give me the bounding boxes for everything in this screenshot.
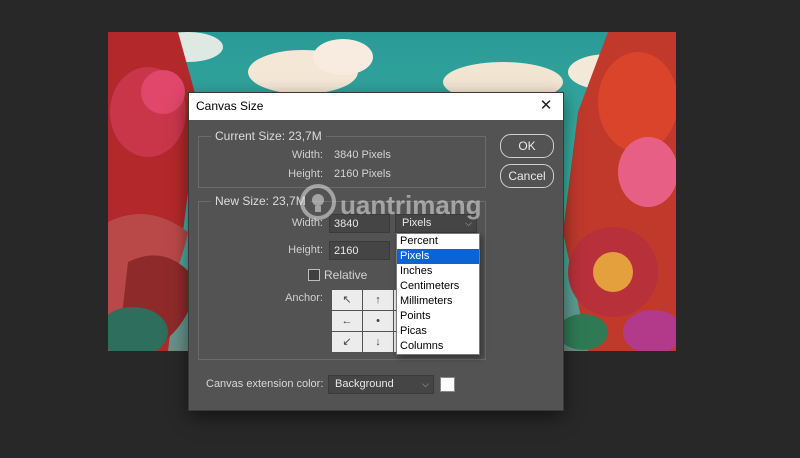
unit-option-inches[interactable]: Inches	[397, 264, 479, 279]
new-width-label: Width:	[291, 217, 323, 229]
new-height-label: Height:	[288, 244, 323, 256]
anchor-top-left-icon[interactable]: ↖	[332, 290, 362, 310]
anchor-center-icon[interactable]: •	[363, 311, 393, 331]
current-size-group	[198, 136, 486, 188]
anchor-top-icon[interactable]: ↑	[363, 290, 393, 310]
unit-select-value: Pixels	[402, 217, 432, 229]
unit-option-columns[interactable]: Columns	[397, 339, 479, 354]
current-width-value: 3840 Pixels	[334, 149, 391, 161]
ok-button[interactable]: OK	[500, 134, 554, 158]
unit-option-millimeters[interactable]: Millimeters	[397, 294, 479, 309]
current-height-label: Height:	[288, 168, 323, 180]
new-height-input[interactable]: 2160	[329, 241, 390, 260]
dialog-titlebar[interactable]: Canvas Size ✕	[189, 93, 563, 120]
unit-option-points[interactable]: Points	[397, 309, 479, 324]
cancel-button[interactable]: Cancel	[500, 164, 554, 188]
chevron-down-icon: ⌵	[465, 218, 472, 228]
unit-select[interactable]: Pixels ⌵	[395, 214, 477, 233]
current-height-value: 2160 Pixels	[334, 168, 391, 180]
anchor-label: Anchor:	[285, 292, 323, 304]
anchor-bottom-left-icon[interactable]: ↙	[332, 332, 362, 352]
current-width-label: Width:	[291, 149, 323, 161]
extension-color-value: Background	[335, 378, 394, 390]
new-size-legend: New Size: 23,7M	[211, 194, 310, 208]
close-icon[interactable]: ✕	[529, 93, 563, 120]
relative-checkbox[interactable]	[308, 269, 320, 281]
new-width-input[interactable]: 3840	[329, 214, 390, 233]
anchor-left-icon[interactable]: ←	[332, 311, 362, 331]
unit-option-centimeters[interactable]: Centimeters	[397, 279, 479, 294]
extension-color-swatch[interactable]	[440, 377, 455, 392]
unit-option-percent[interactable]: Percent	[397, 234, 479, 249]
dialog-title: Canvas Size	[196, 99, 264, 113]
unit-option-picas[interactable]: Picas	[397, 324, 479, 339]
extension-color-label: Canvas extension color:	[206, 378, 324, 390]
canvas-size-dialog: Canvas Size ✕ Current Size: 23,7M Width:…	[189, 93, 563, 410]
unit-dropdown-list: Percent Pixels Inches Centimeters Millimeter…	[396, 233, 480, 355]
extension-color-select[interactable]: Background ⌵	[328, 375, 434, 394]
unit-option-pixels[interactable]: Pixels	[397, 249, 479, 264]
anchor-bottom-icon[interactable]: ↓	[363, 332, 393, 352]
current-size-legend: Current Size: 23,7M	[211, 129, 326, 143]
chevron-down-icon: ⌵	[422, 379, 429, 389]
relative-label: Relative	[324, 268, 368, 282]
